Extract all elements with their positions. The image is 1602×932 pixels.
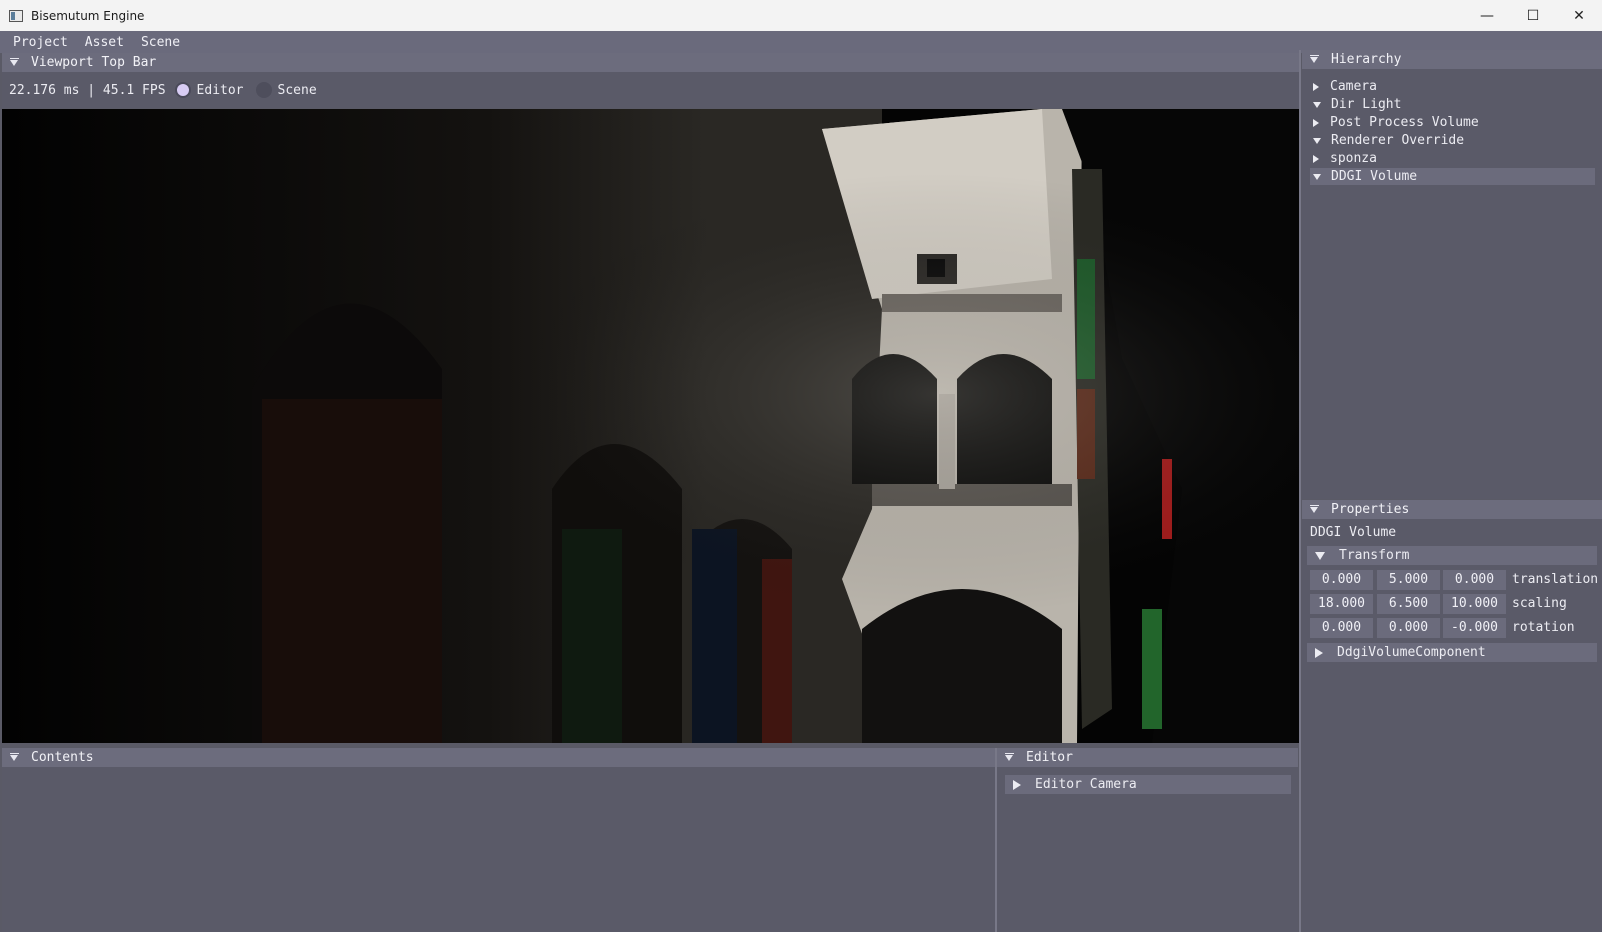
hierarchy-item-sponza[interactable]: sponza [1310, 150, 1595, 167]
editor-camera-label: Editor Camera [1035, 777, 1137, 792]
panel-divider[interactable] [995, 748, 997, 932]
window-controls: — ☐ ✕ [1464, 0, 1602, 31]
scene-render [2, 109, 1299, 743]
tree-arrow-icon[interactable] [1313, 101, 1321, 108]
rotation-label: rotation [1512, 620, 1575, 635]
viewport-panel-title: Viewport Top Bar [31, 55, 157, 70]
scene-viewport[interactable] [2, 109, 1299, 743]
scene-mode-radio[interactable] [255, 82, 272, 98]
tree-arrow-icon[interactable] [1013, 779, 1021, 790]
translation-z-field[interactable]: 0.000 [1443, 570, 1506, 590]
ddgi-volume-component-header[interactable]: DdgiVolumeComponent [1307, 643, 1597, 662]
editor-mode-radio[interactable] [174, 82, 191, 98]
scene-mode-label[interactable]: Scene [278, 83, 317, 98]
selected-entity-name: DDGI Volume [1310, 525, 1397, 540]
component-label: DdgiVolumeComponent [1337, 645, 1486, 660]
menu-project[interactable]: Project [13, 35, 68, 50]
contents-panel [2, 767, 995, 932]
tree-arrow-icon[interactable] [1313, 173, 1321, 180]
viewport-top-bar: 22.176 ms | 45.1 FPS Editor Scene [2, 72, 1299, 108]
contents-panel-header[interactable]: Contents [2, 748, 995, 767]
hierarchy-panel-header[interactable]: Hierarchy [1302, 50, 1602, 69]
collapse-icon[interactable] [1005, 753, 1015, 762]
menu-scene[interactable]: Scene [141, 35, 180, 50]
scaling-label: scaling [1512, 596, 1567, 611]
contents-title: Contents [31, 750, 94, 765]
hierarchy-item-ddgi-volume[interactable]: DDGI Volume [1310, 168, 1595, 185]
hierarchy-item-camera[interactable]: Camera [1310, 78, 1595, 95]
window-titlebar: Bisemutum Engine — ☐ ✕ [0, 0, 1602, 31]
editor-panel-header[interactable]: Editor [997, 748, 1298, 767]
window-title: Bisemutum Engine [31, 8, 145, 23]
scaling-z-field[interactable]: 10.000 [1443, 594, 1506, 614]
scaling-y-field[interactable]: 6.500 [1377, 594, 1440, 614]
tree-arrow-icon[interactable] [1313, 154, 1319, 163]
collapse-icon[interactable] [10, 58, 20, 67]
collapse-icon[interactable] [1310, 505, 1320, 514]
hierarchy-item-post-process-volume[interactable]: Post Process Volume [1310, 114, 1595, 131]
close-icon: ✕ [1573, 7, 1585, 24]
hierarchy-item-renderer-override[interactable]: Renderer Override [1310, 132, 1595, 149]
translation-label: translation [1512, 572, 1599, 587]
editor-title: Editor [1026, 750, 1073, 765]
hierarchy-item-label: Camera [1330, 79, 1377, 94]
hierarchy-item-label: DDGI Volume [1331, 169, 1418, 184]
scaling-x-field[interactable]: 18.000 [1310, 594, 1373, 614]
panel-divider[interactable] [1299, 50, 1301, 932]
minimize-button[interactable]: — [1464, 0, 1510, 31]
collapse-icon[interactable] [1310, 55, 1320, 64]
editor-mode-label[interactable]: Editor [197, 83, 244, 98]
frame-stats: 22.176 ms | 45.1 FPS [9, 82, 166, 98]
hierarchy-item-label: Renderer Override [1331, 133, 1465, 148]
hierarchy-item-label: sponza [1330, 151, 1377, 166]
tree-arrow-icon[interactable] [1313, 118, 1319, 127]
transform-section-header[interactable]: Transform [1307, 546, 1597, 565]
rotation-x-field[interactable]: 0.000 [1310, 618, 1373, 638]
rotation-y-field[interactable]: 0.000 [1377, 618, 1440, 638]
maximize-icon: ☐ [1526, 7, 1540, 24]
transform-label: Transform [1339, 548, 1410, 563]
editor-panel: Editor Camera [997, 767, 1298, 932]
translation-y-field[interactable]: 5.000 [1377, 570, 1440, 590]
menu-asset[interactable]: Asset [85, 35, 124, 50]
hierarchy-item-label: Dir Light [1331, 97, 1402, 112]
minimize-icon: — [1480, 7, 1494, 24]
hierarchy-title: Hierarchy [1331, 52, 1402, 67]
properties-title: Properties [1331, 502, 1410, 517]
hierarchy-panel: Camera Dir Light Post Process Volume Ren… [1302, 69, 1602, 499]
rotation-z-field[interactable]: -0.000 [1443, 618, 1506, 638]
tree-arrow-icon[interactable] [1313, 137, 1321, 144]
properties-panel: DDGI Volume Transform 0.000 5.000 0.000 … [1302, 519, 1602, 932]
tree-arrow-icon[interactable] [1315, 647, 1323, 658]
properties-panel-header[interactable]: Properties [1302, 500, 1602, 519]
close-button[interactable]: ✕ [1556, 0, 1602, 31]
app-icon [9, 9, 23, 22]
viewport-panel-header[interactable]: Viewport Top Bar [2, 53, 1299, 72]
translation-x-field[interactable]: 0.000 [1310, 570, 1373, 590]
collapse-icon[interactable] [10, 753, 20, 762]
maximize-button[interactable]: ☐ [1510, 0, 1556, 31]
hierarchy-item-dir-light[interactable]: Dir Light [1310, 96, 1595, 113]
tree-arrow-icon[interactable] [1315, 551, 1325, 560]
tree-arrow-icon[interactable] [1313, 82, 1319, 91]
hierarchy-item-label: Post Process Volume [1330, 115, 1479, 130]
editor-camera-section-header[interactable]: Editor Camera [1005, 775, 1291, 794]
